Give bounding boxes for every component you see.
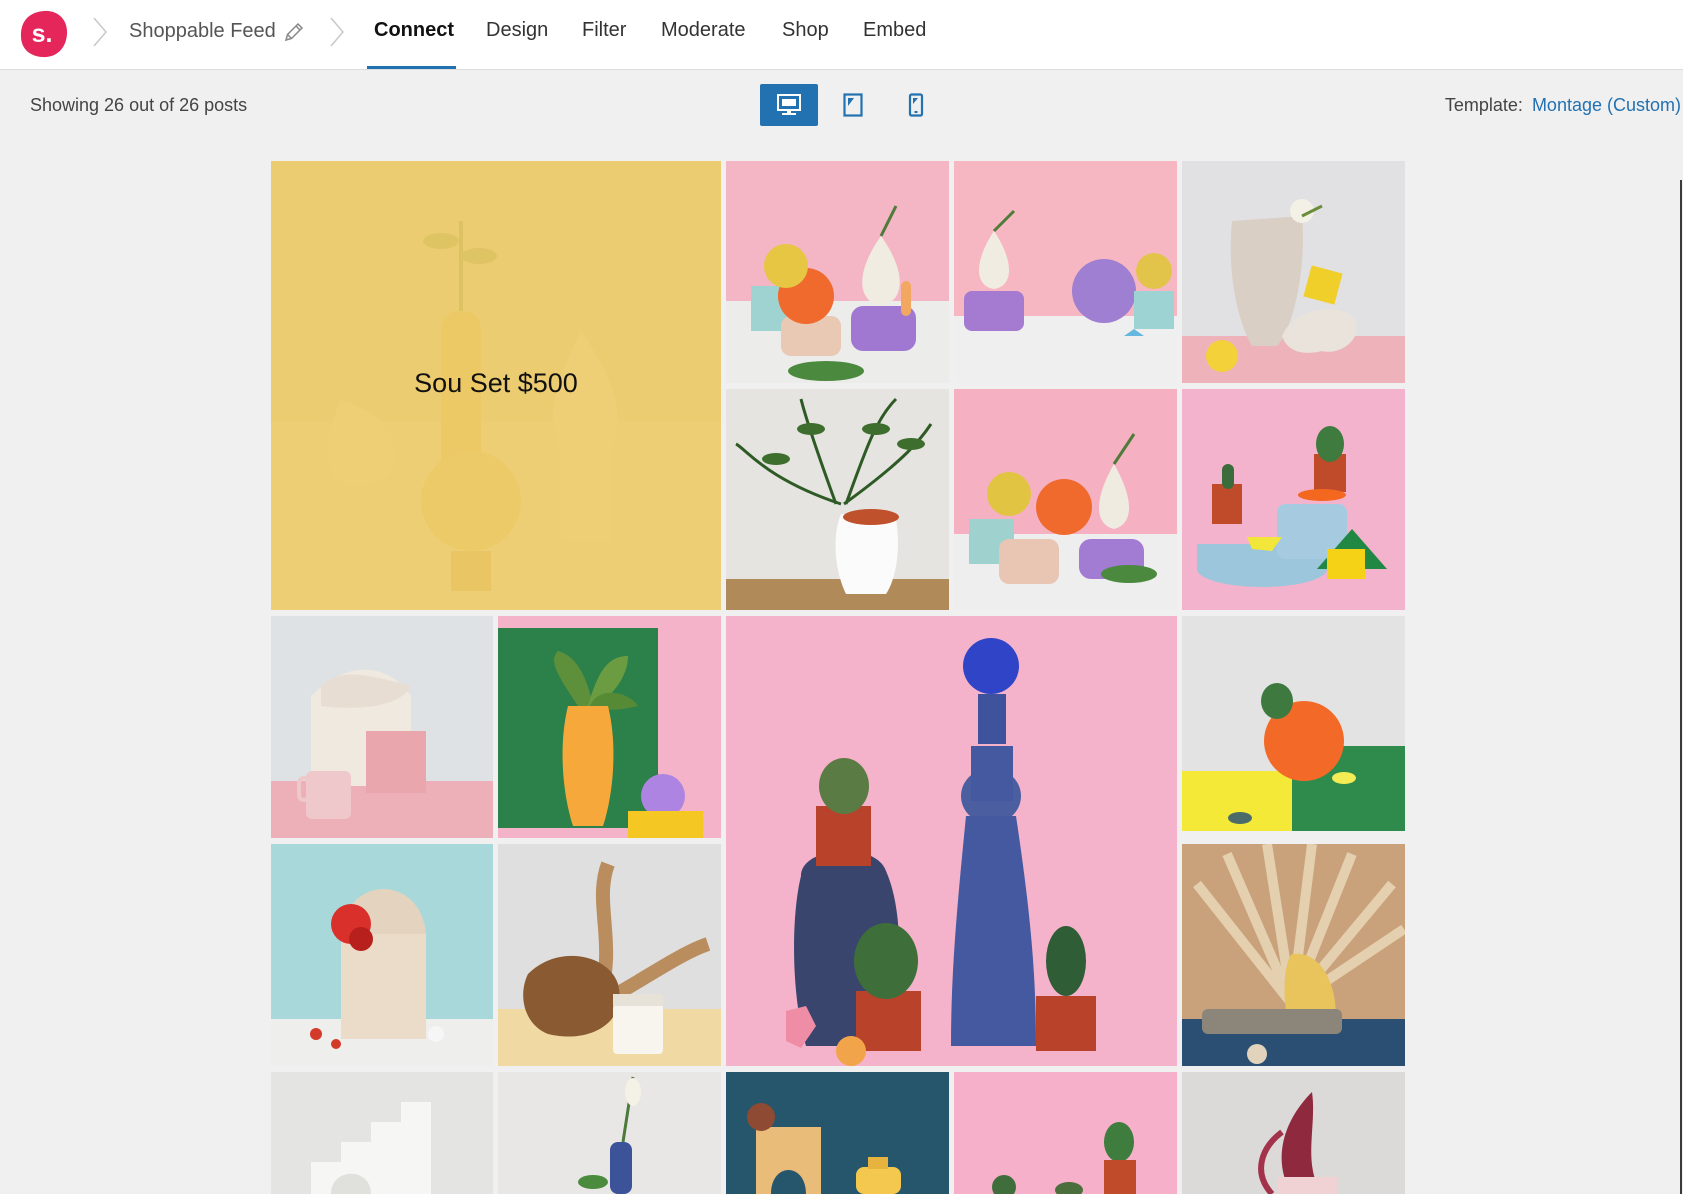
post-image — [498, 1072, 721, 1194]
mobile-preview-button[interactable] — [901, 84, 931, 126]
post-image — [1182, 844, 1405, 1066]
post-image — [271, 1072, 493, 1194]
template-indicator: Template: Montage (Custom) — [1445, 95, 1681, 116]
post-image — [498, 844, 721, 1066]
scrollbar[interactable] — [1680, 180, 1682, 1194]
post-tile[interactable] — [271, 1072, 493, 1194]
post-tile[interactable] — [726, 389, 949, 610]
post-image — [954, 161, 1177, 383]
post-image — [498, 616, 721, 838]
post-image — [1182, 616, 1405, 831]
post-image — [726, 389, 949, 610]
post-tile[interactable] — [1182, 389, 1405, 610]
post-tile-large[interactable] — [726, 616, 1177, 1066]
pencil-icon[interactable] — [282, 20, 306, 44]
post-tile[interactable] — [1182, 616, 1405, 831]
chevron-right-icon — [93, 17, 107, 47]
template-link[interactable]: Montage (Custom) — [1532, 95, 1681, 115]
chevron-right-icon — [330, 17, 344, 47]
top-navigation: s. Shoppable Feed Connect Design Filter … — [0, 0, 1683, 70]
post-image — [271, 844, 493, 1066]
post-count: Showing 26 out of 26 posts — [30, 95, 248, 115]
brand-logo[interactable]: s. — [18, 8, 70, 60]
logo-letter: s. — [32, 20, 53, 48]
tablet-preview-button[interactable] — [838, 84, 868, 126]
post-image — [726, 1072, 949, 1194]
post-image — [954, 1072, 1177, 1194]
desktop-icon — [777, 94, 801, 115]
post-tile[interactable] — [726, 161, 949, 383]
post-tile[interactable] — [954, 389, 1177, 610]
mobile-icon — [908, 93, 924, 117]
post-tile[interactable] — [271, 844, 493, 1066]
tab-filter[interactable]: Filter — [582, 19, 626, 42]
post-image — [1182, 161, 1405, 383]
active-tab-indicator — [367, 66, 456, 69]
featured-post-tile[interactable]: Sou Set $500 — [271, 161, 721, 610]
template-label: Template: — [1444, 95, 1523, 115]
post-image — [1182, 1072, 1405, 1194]
post-tile[interactable] — [1182, 844, 1405, 1066]
post-tile[interactable] — [498, 844, 721, 1066]
post-tile[interactable] — [271, 616, 493, 838]
post-tile[interactable] — [498, 1072, 721, 1194]
post-image — [271, 616, 493, 838]
post-image — [954, 389, 1177, 610]
post-tile[interactable] — [1182, 1072, 1405, 1194]
post-tile[interactable] — [498, 616, 721, 838]
post-tile[interactable] — [954, 1072, 1177, 1194]
tablet-icon — [843, 93, 863, 117]
desktop-preview-button[interactable] — [760, 84, 818, 126]
post-image — [726, 616, 1177, 1066]
post-tile[interactable] — [726, 1072, 949, 1194]
featured-overlay: Sou Set $500 — [271, 161, 721, 610]
featured-caption: Sou Set $500 — [414, 368, 578, 398]
post-image — [726, 161, 949, 383]
tab-design[interactable]: Design — [486, 19, 548, 42]
tab-connect[interactable]: Connect — [374, 19, 454, 42]
tab-shop[interactable]: Shop — [782, 19, 829, 42]
feed-name: Shoppable Feed — [129, 20, 276, 42]
tab-moderate[interactable]: Moderate — [661, 19, 746, 42]
tab-embed[interactable]: Embed — [863, 19, 926, 42]
post-tile[interactable] — [954, 161, 1177, 383]
post-image — [1182, 389, 1405, 610]
post-tile[interactable] — [1182, 161, 1405, 383]
